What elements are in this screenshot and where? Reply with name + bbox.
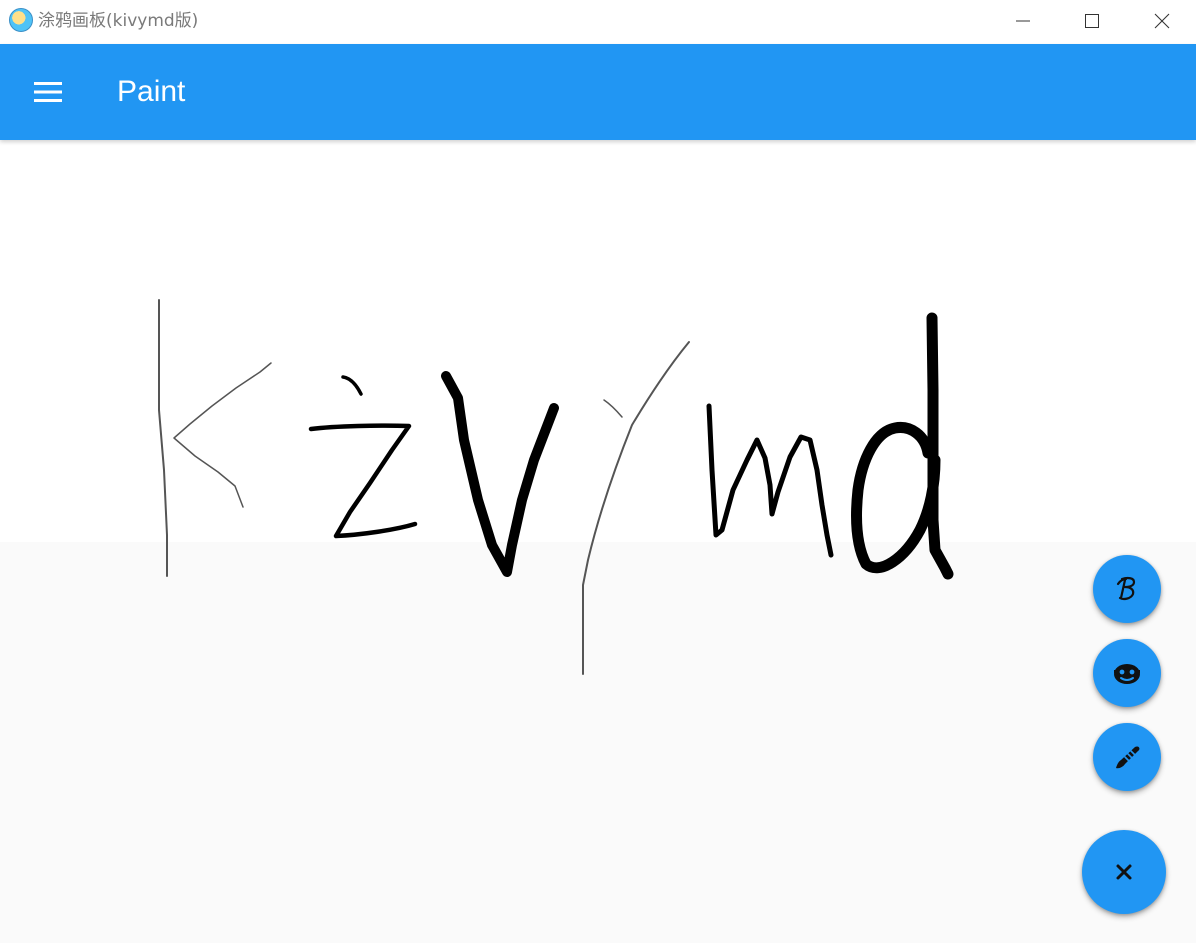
- face-icon: [1114, 664, 1140, 684]
- minimize-button[interactable]: [988, 0, 1058, 42]
- maximize-button[interactable]: [1057, 0, 1127, 42]
- stroke-y-left: [603, 399, 623, 418]
- app-window: 涂鸦画板(kivymd版) Paint: [0, 0, 1196, 943]
- toolbar: Paint: [0, 44, 1196, 140]
- stroke-v: [441, 371, 559, 577]
- pen-b-icon: [1116, 576, 1136, 601]
- stroke-m: [706, 403, 834, 558]
- brush-tool-button[interactable]: [1093, 723, 1161, 791]
- close-window-button[interactable]: [1127, 0, 1196, 42]
- close-icon: [1116, 864, 1132, 880]
- stroke-z: [308, 423, 418, 539]
- stroke-k-arms: [173, 362, 272, 508]
- drawing-strokes: [158, 299, 954, 675]
- face-tool-button[interactable]: [1093, 639, 1161, 707]
- toolbar-title: Paint: [117, 75, 186, 108]
- stroke-d-bowl: [851, 421, 941, 574]
- speed-dial-close-button[interactable]: [1082, 830, 1166, 914]
- app-icon: [9, 8, 33, 32]
- menu-button[interactable]: [24, 68, 72, 116]
- drawing-canvas[interactable]: [0, 140, 1196, 943]
- minimize-icon: [1016, 20, 1030, 22]
- close-icon: [1154, 13, 1170, 29]
- stroke-k-stem: [158, 299, 168, 577]
- stroke-y-right: [582, 341, 690, 675]
- window-title: 涂鸦画板(kivymd版): [38, 11, 199, 31]
- hamburger-menu-icon: [34, 82, 62, 102]
- window-titlebar: 涂鸦画板(kivymd版): [0, 0, 1196, 44]
- maximize-icon: [1085, 14, 1099, 28]
- brush-icon: [1116, 746, 1140, 769]
- stroke-d-stem: [926, 312, 954, 580]
- stroke-z-dot: [341, 375, 363, 396]
- pen-tool-button[interactable]: [1093, 555, 1161, 623]
